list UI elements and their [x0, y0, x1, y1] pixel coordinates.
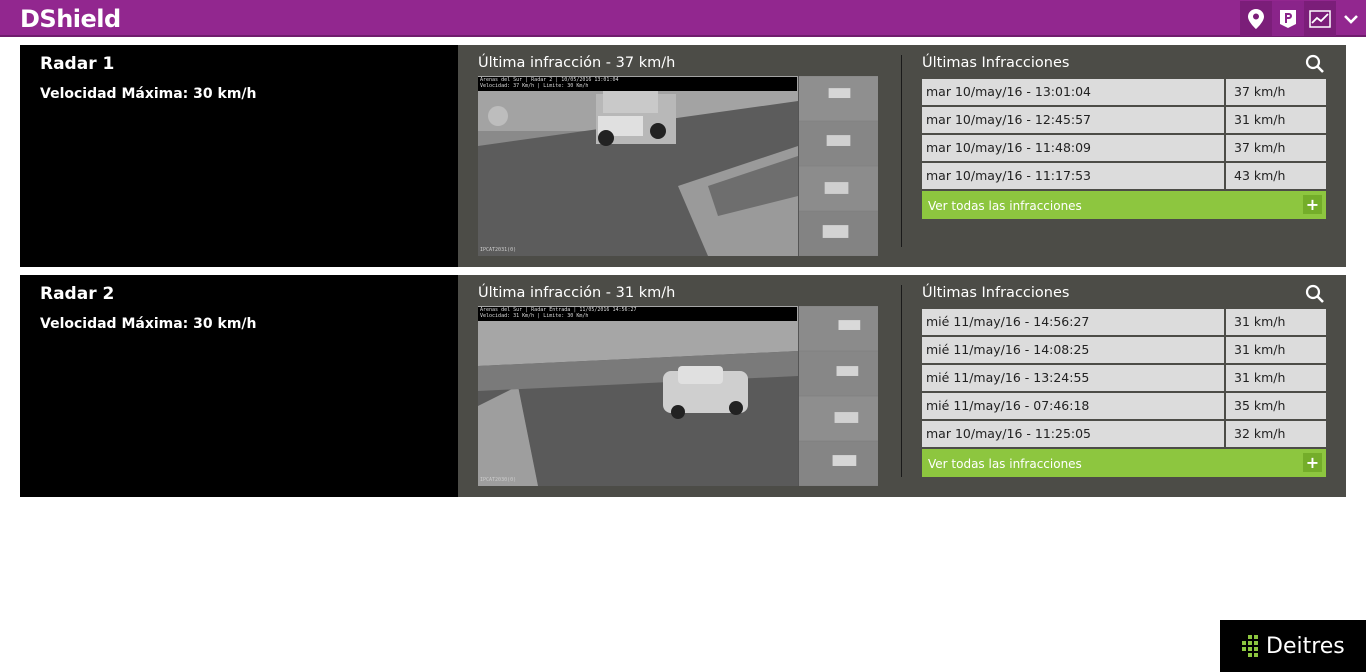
see-all-infractions-button[interactable]: Ver todas las infracciones + [922, 449, 1326, 477]
photo-watermark: IPCAT2031(0) [480, 247, 517, 253]
radar-info: Radar 1 Velocidad Máxima: 30 km/h [20, 45, 458, 267]
table-row[interactable]: mié 11/may/16 - 14:56:27 31 km/h [922, 309, 1326, 335]
radar-info: Radar 2 Velocidad Máxima: 30 km/h [20, 275, 458, 497]
road-scene-image [478, 76, 798, 256]
search-icon[interactable] [1305, 284, 1325, 304]
parking-button[interactable] [1272, 1, 1304, 36]
infraction-date: mié 11/may/16 - 13:24:55 [922, 365, 1226, 391]
overlay-line: Velocidad: 31 Km/h | Limite: 30 Km/h [480, 313, 589, 319]
table-row[interactable]: mié 11/may/16 - 13:24:55 31 km/h [922, 365, 1326, 391]
infraction-date: mar 10/may/16 - 12:45:57 [922, 107, 1226, 133]
radar-name: Radar 1 [40, 54, 115, 74]
radar-panel: Radar 2 Velocidad Máxima: 30 km/h Última… [20, 275, 1346, 497]
infraction-speed: 32 km/h [1226, 421, 1326, 447]
recent-infractions-title: Últimas Infracciones [922, 285, 1070, 301]
photo-overlay: Arenas del Sur | Radar 2 | 10/05/2016 13… [478, 77, 797, 91]
chevron-down-icon [1344, 14, 1358, 24]
logo-text: Deitres [1266, 633, 1345, 659]
infractions-list: mar 10/may/16 - 13:01:04 37 km/h mar 10/m… [922, 79, 1326, 219]
thumbnail-image [798, 166, 878, 211]
divider [901, 55, 902, 247]
chart-line-icon [1309, 9, 1331, 28]
table-row[interactable]: mié 11/may/16 - 14:08:25 31 km/h [922, 337, 1326, 363]
plus-icon: + [1303, 195, 1322, 214]
table-row[interactable]: mar 10/may/16 - 12:45:57 31 km/h [922, 107, 1326, 133]
thumbnail-image [798, 441, 878, 486]
radar-max-speed: Velocidad Máxima: 30 km/h [40, 86, 257, 102]
road-scene-image [478, 306, 798, 486]
plus-icon: + [1303, 453, 1322, 472]
infraction-date: mié 11/may/16 - 14:08:25 [922, 337, 1226, 363]
infraction-speed: 35 km/h [1226, 393, 1326, 419]
infraction-speed: 31 km/h [1226, 309, 1326, 335]
infraction-date: mar 10/may/16 - 11:25:05 [922, 421, 1226, 447]
infraction-photo[interactable]: Arenas del Sur | Radar 2 | 10/05/2016 13… [478, 76, 878, 256]
see-all-label: Ver todas las infracciones [928, 457, 1082, 471]
top-bar: DShield [0, 0, 1366, 37]
thumbnail-image [798, 306, 878, 351]
infraction-date: mié 11/may/16 - 14:56:27 [922, 309, 1226, 335]
infraction-date: mié 11/may/16 - 07:46:18 [922, 393, 1226, 419]
photo-watermark: IPCAT2030(0) [480, 477, 517, 483]
thumbnail-image [798, 351, 878, 396]
see-all-infractions-button[interactable]: Ver todas las infracciones + [922, 191, 1326, 219]
menu-dropdown-button[interactable] [1336, 1, 1366, 36]
parking-icon [1280, 9, 1296, 28]
infraction-speed: 31 km/h [1226, 337, 1326, 363]
overlay-line: Velocidad: 37 Km/h | Limite: 30 Km/h [480, 83, 589, 89]
deitres-logo-icon [1242, 635, 1258, 657]
search-icon[interactable] [1305, 54, 1325, 74]
map-button[interactable] [1240, 1, 1272, 36]
infractions-list: mié 11/may/16 - 14:56:27 31 km/h mié 11/m… [922, 309, 1326, 477]
table-row[interactable]: mar 10/may/16 - 11:48:09 37 km/h [922, 135, 1326, 161]
infraction-speed: 31 km/h [1226, 365, 1326, 391]
table-row[interactable]: mar 10/may/16 - 11:25:05 32 km/h [922, 421, 1326, 447]
photo-overlay: Arenas del Sur | Radar Entrada | 11/05/2… [478, 307, 797, 321]
thumbnail-image [798, 76, 878, 121]
table-row[interactable]: mar 10/may/16 - 13:01:04 37 km/h [922, 79, 1326, 105]
radar-name: Radar 2 [40, 284, 115, 304]
radar-max-speed: Velocidad Máxima: 30 km/h [40, 316, 257, 332]
location-pin-icon [1248, 8, 1264, 29]
last-infraction-title: Última infracción - 31 km/h [478, 285, 676, 301]
statistics-button[interactable] [1304, 1, 1336, 36]
table-row[interactable]: mié 11/may/16 - 07:46:18 35 km/h [922, 393, 1326, 419]
infraction-date: mar 10/may/16 - 13:01:04 [922, 79, 1226, 105]
table-row[interactable]: mar 10/may/16 - 11:17:53 43 km/h [922, 163, 1326, 189]
infraction-speed: 37 km/h [1226, 135, 1326, 161]
thumbnail-image [798, 211, 878, 256]
infraction-photo[interactable]: Arenas del Sur | Radar Entrada | 11/05/2… [478, 306, 878, 486]
infraction-speed: 31 km/h [1226, 107, 1326, 133]
thumbnail-image [798, 121, 878, 166]
infraction-speed: 37 km/h [1226, 79, 1326, 105]
thumbnail-image [798, 396, 878, 441]
infraction-date: mar 10/may/16 - 11:17:53 [922, 163, 1226, 189]
infraction-speed: 43 km/h [1226, 163, 1326, 189]
recent-infractions-title: Últimas Infracciones [922, 55, 1070, 71]
last-infraction-title: Última infracción - 37 km/h [478, 55, 676, 71]
app-title: DShield [20, 5, 121, 33]
see-all-label: Ver todas las infracciones [928, 199, 1082, 213]
divider [901, 285, 902, 477]
infraction-date: mar 10/may/16 - 11:48:09 [922, 135, 1226, 161]
radar-panel: Radar 1 Velocidad Máxima: 30 km/h Última… [20, 45, 1346, 267]
company-logo: Deitres [1220, 620, 1366, 672]
